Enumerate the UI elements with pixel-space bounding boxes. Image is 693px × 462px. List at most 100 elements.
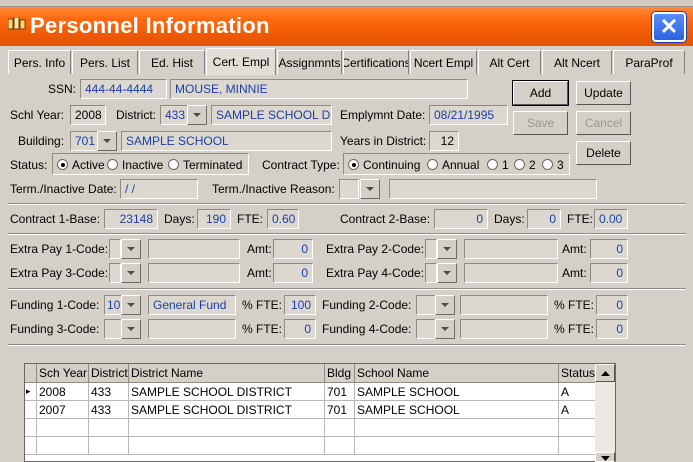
empty-cell[interactable]	[89, 437, 129, 455]
extra-pay3-amt[interactable]: 0	[273, 263, 313, 283]
contract-1-radio[interactable]	[487, 159, 498, 170]
funding3-name[interactable]	[148, 319, 236, 339]
delete-button[interactable]: Delete	[576, 141, 631, 165]
funding4-code[interactable]	[416, 319, 436, 339]
assignment-grid[interactable]: Sch Year District District Name Bldg Sch…	[24, 363, 616, 462]
extra-pay3-dropdown[interactable]	[121, 263, 141, 283]
empty-cell[interactable]	[89, 419, 129, 437]
scroll-up-button[interactable]	[595, 364, 615, 382]
contract1-fte-field[interactable]: 0.60	[267, 209, 299, 229]
cell-district[interactable]: 433	[89, 401, 129, 419]
tab-cert-empl[interactable]: Cert. Empl	[206, 48, 276, 75]
empty-cell[interactable]	[355, 437, 559, 455]
tab-pers-info[interactable]: Pers. Info	[8, 50, 71, 74]
row-selector[interactable]	[25, 419, 37, 437]
cell-district-name[interactable]: SAMPLE SCHOOL DISTRICT	[129, 401, 325, 419]
years-in-district-field[interactable]: 12	[429, 131, 459, 151]
cell-sch-year[interactable]: 2007	[37, 401, 89, 419]
funding1-dropdown[interactable]	[121, 295, 141, 315]
funding4-dropdown[interactable]	[435, 319, 455, 339]
extra-pay1-code[interactable]	[109, 239, 121, 259]
building-dropdown[interactable]	[97, 131, 117, 151]
contract2-days-field[interactable]: 0	[527, 209, 561, 229]
col-header-sch-year[interactable]: Sch Year	[37, 364, 89, 383]
empty-cell[interactable]	[37, 437, 89, 455]
contract1-base-field[interactable]: 23148	[104, 209, 158, 229]
extra-pay3-desc[interactable]	[148, 263, 240, 283]
cell-status[interactable]: A	[559, 401, 596, 419]
extra-pay2-dropdown[interactable]	[437, 239, 457, 259]
extra-pay1-dropdown[interactable]	[121, 239, 141, 259]
contract-annual-radio[interactable]	[427, 159, 438, 170]
employee-name-field[interactable]: MOUSE, MINNIE	[170, 79, 468, 99]
empty-cell[interactable]	[325, 437, 355, 455]
scroll-down-button[interactable]	[595, 452, 615, 462]
cell-school-name[interactable]: SAMPLE SCHOOL	[355, 383, 559, 401]
tab-ncert-empl[interactable]: Ncert Empl	[410, 50, 477, 74]
cell-district[interactable]: 433	[89, 383, 129, 401]
col-header-school-name[interactable]: School Name	[355, 364, 559, 383]
tab-assignments[interactable]: Assignmnts	[277, 50, 342, 74]
cancel-button[interactable]: Cancel	[576, 111, 631, 135]
emp-date-field[interactable]: 08/21/1995	[429, 105, 508, 125]
schl-year-field[interactable]: 2008	[70, 105, 106, 125]
tab-pers-list[interactable]: Pers. List	[72, 50, 138, 74]
cell-status[interactable]: A	[559, 383, 596, 401]
empty-cell[interactable]	[129, 437, 325, 455]
district-dropdown[interactable]	[187, 105, 207, 125]
funding2-code[interactable]	[416, 295, 436, 315]
funding2-name[interactable]	[460, 295, 548, 315]
term-date-field[interactable]: / /	[120, 179, 198, 199]
cell-school-name[interactable]: SAMPLE SCHOOL	[355, 401, 559, 419]
extra-pay4-code[interactable]	[425, 263, 437, 283]
funding3-code[interactable]	[104, 319, 122, 339]
funding1-fte[interactable]: 100	[284, 295, 316, 315]
extra-pay2-desc[interactable]	[464, 239, 558, 259]
cell-sch-year[interactable]: 2008	[37, 383, 89, 401]
tab-paraprof[interactable]: ParaProf	[613, 50, 685, 74]
extra-pay2-amt[interactable]: 0	[590, 239, 628, 259]
contract2-fte-field[interactable]: 0.00	[594, 209, 628, 229]
tab-alt-cert[interactable]: Alt Cert	[478, 50, 541, 74]
tab-certifications[interactable]: Certifications	[343, 50, 409, 74]
contract-3-radio[interactable]	[542, 159, 553, 170]
col-header-bldg[interactable]: Bldg	[325, 364, 355, 383]
save-button[interactable]: Save	[513, 111, 568, 135]
empty-cell[interactable]	[129, 419, 325, 437]
status-terminated-radio[interactable]	[168, 159, 179, 170]
extra-pay3-code[interactable]	[109, 263, 121, 283]
funding1-name[interactable]: General Fund	[148, 295, 236, 315]
row-selector[interactable]	[25, 401, 37, 419]
extra-pay4-amt[interactable]: 0	[590, 263, 628, 283]
col-header-status[interactable]: Status	[559, 364, 596, 383]
term-reason-code-field[interactable]	[339, 179, 359, 199]
contract2-base-field[interactable]: 0	[434, 209, 488, 229]
empty-cell[interactable]	[559, 437, 596, 455]
extra-pay1-amt[interactable]: 0	[273, 239, 313, 259]
funding1-code[interactable]: 10	[104, 295, 122, 315]
funding3-fte[interactable]: 0	[284, 319, 316, 339]
close-button[interactable]: ✕	[652, 12, 686, 42]
building-code-field[interactable]: 701	[70, 131, 98, 151]
extra-pay4-desc[interactable]	[464, 263, 558, 283]
term-reason-desc-field[interactable]	[389, 179, 597, 199]
funding2-fte[interactable]: 0	[596, 295, 628, 315]
empty-cell[interactable]	[325, 419, 355, 437]
status-active-radio[interactable]	[57, 159, 68, 170]
cell-district-name[interactable]: SAMPLE SCHOOL DISTRICT	[129, 383, 325, 401]
extra-pay1-desc[interactable]	[148, 239, 240, 259]
add-button[interactable]: Add	[512, 80, 569, 106]
extra-pay4-dropdown[interactable]	[437, 263, 457, 283]
empty-cell[interactable]	[37, 419, 89, 437]
contract-2-radio[interactable]	[514, 159, 525, 170]
update-button[interactable]: Update	[576, 81, 631, 105]
funding3-dropdown[interactable]	[121, 319, 141, 339]
grid-vertical-scrollbar[interactable]	[595, 364, 615, 462]
tab-alt-ncert[interactable]: Alt Ncert	[542, 50, 612, 74]
funding4-fte[interactable]: 0	[596, 319, 628, 339]
cell-bldg[interactable]: 701	[325, 383, 355, 401]
ssn-field[interactable]: 444-44-4444	[80, 79, 167, 99]
contract1-days-field[interactable]: 190	[197, 209, 231, 229]
district-name-field[interactable]: SAMPLE SCHOOL D	[211, 105, 332, 125]
row-selector[interactable]	[25, 437, 37, 455]
